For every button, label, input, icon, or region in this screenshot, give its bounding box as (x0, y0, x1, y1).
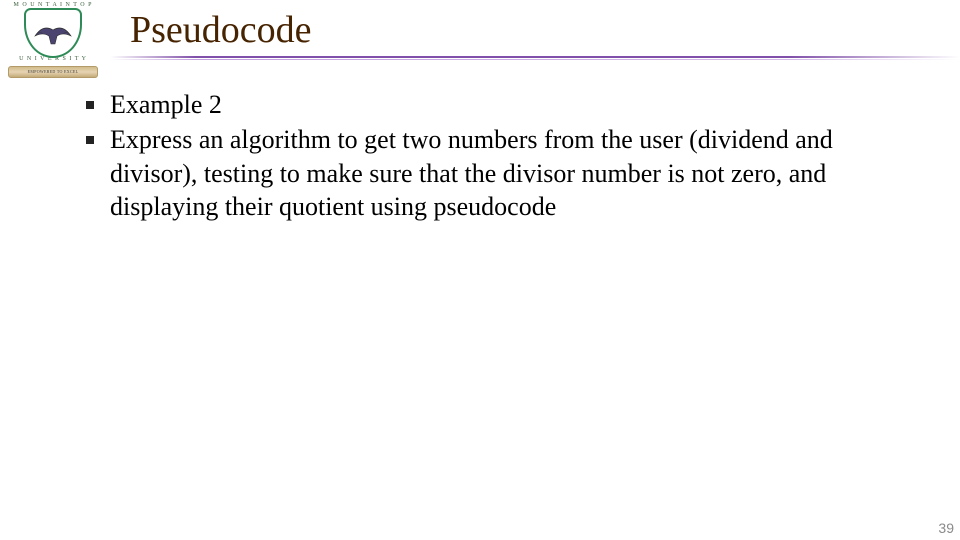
slide-title: Pseudocode (130, 8, 312, 52)
page-number: 39 (938, 520, 954, 536)
eagle-icon (31, 18, 75, 48)
logo-shield (24, 8, 82, 58)
bullet-text: Example 2 (110, 90, 222, 119)
slide-body: Example 2 Express an algorithm to get tw… (80, 88, 920, 225)
bullet-item: Example 2 (80, 88, 920, 121)
bullet-text: Express an algorithm to get two numbers … (110, 125, 833, 221)
slide: M O U N T A I N T O P U N I V E R S I T … (0, 0, 960, 540)
bullet-item: Express an algorithm to get two numbers … (80, 123, 920, 223)
university-logo: M O U N T A I N T O P U N I V E R S I T … (8, 4, 98, 74)
logo-band: EMPOWERED TO EXCEL (8, 66, 98, 78)
title-underline (110, 56, 960, 60)
